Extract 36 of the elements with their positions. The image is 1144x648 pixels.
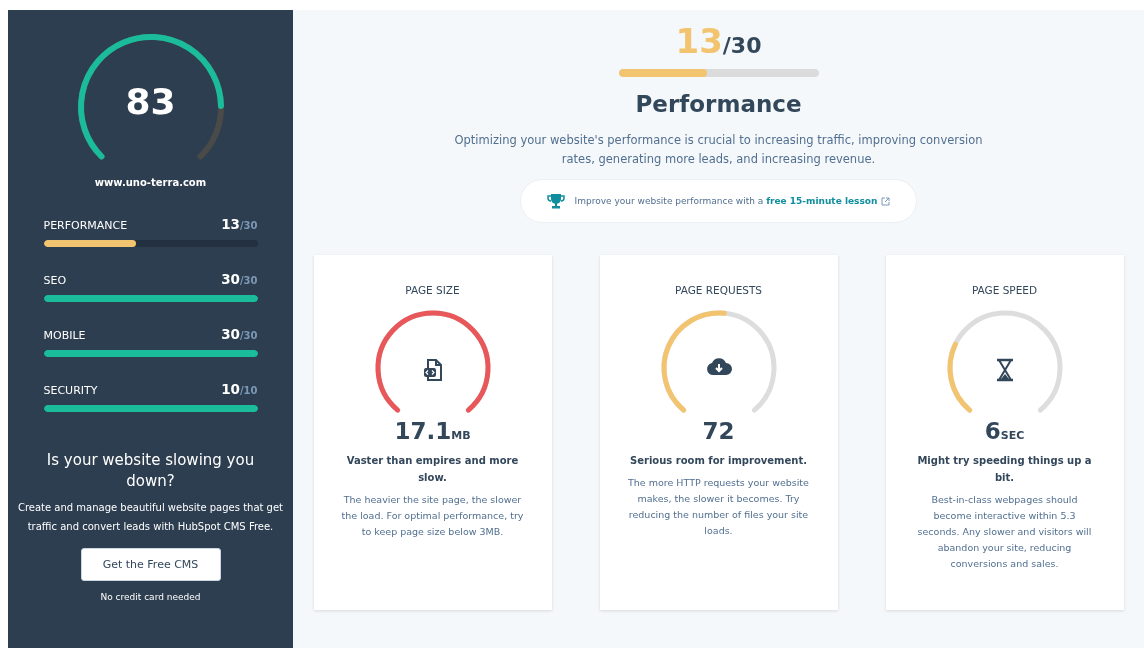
promo-note: No credit card needed bbox=[100, 592, 201, 602]
metric-description: The more HTTP requests your website makes, the slower it becomes. Try reducing the number of files your site loads. bbox=[627, 476, 810, 538]
metric-value: 6SEC bbox=[984, 418, 1025, 444]
category-label: SEO bbox=[43, 274, 67, 287]
metric-verdict: Serious room for improvement. bbox=[629, 454, 808, 468]
category-score: 10/10 bbox=[221, 381, 258, 397]
section-description: Optimizing your website's performance is crucial to increasing traffic, improving conversion rates, generating more leads, and increasing revenue. bbox=[453, 132, 984, 168]
external-link-icon bbox=[881, 196, 891, 206]
metric-description: The heavier the site page, the slower the load. For optimal performance, try to keep page size below 3MB. bbox=[340, 493, 525, 539]
promo-heading: Is your website slowing you down? bbox=[45, 450, 256, 492]
category-label: SECURITY bbox=[43, 384, 98, 397]
hourglass-icon bbox=[995, 358, 1014, 382]
tip-text: Improve your website performance with a free 15-minute lesson bbox=[574, 196, 878, 206]
category-label: PERFORMANCE bbox=[43, 219, 128, 232]
overall-score: 83 bbox=[124, 81, 177, 122]
category-score: 30/30 bbox=[221, 271, 258, 287]
metric-value: 17.1MB bbox=[394, 418, 471, 444]
lesson-link[interactable]: free 15-minute lesson bbox=[766, 196, 878, 206]
metric-verdict: Vaster than empires and more slow. bbox=[345, 454, 520, 485]
cloud-download-icon bbox=[705, 358, 732, 376]
section-title: Performance bbox=[635, 91, 802, 117]
category-score: 30/30 bbox=[221, 326, 258, 342]
category-score: 13/30 bbox=[221, 216, 258, 232]
site-url: www.uno-terra.com bbox=[94, 177, 207, 188]
card-title: PAGE REQUESTS bbox=[675, 284, 762, 296]
metric-value: 72 bbox=[702, 418, 735, 444]
metric-verdict: Might try speeding things up a bit. bbox=[916, 454, 1093, 485]
get-cms-button[interactable]: Get the Free CMS bbox=[80, 548, 221, 581]
card-title: PAGE SIZE bbox=[405, 284, 460, 296]
trophy-icon bbox=[546, 193, 565, 209]
code-file-icon bbox=[421, 358, 444, 382]
category-label: MOBILE bbox=[43, 329, 86, 342]
performance-score: 13/30 bbox=[675, 22, 762, 63]
metric-description: Best-in-class webpages should become interactive within 5.3 seconds. Any slower and visitors will abandon your site, reducing conversions and sales. bbox=[916, 493, 1093, 571]
card-title: PAGE SPEED bbox=[971, 284, 1038, 296]
promo-text: Create and manage beautiful website pages that get traffic and convert leads with HubSpot CMS Free. bbox=[16, 501, 285, 534]
